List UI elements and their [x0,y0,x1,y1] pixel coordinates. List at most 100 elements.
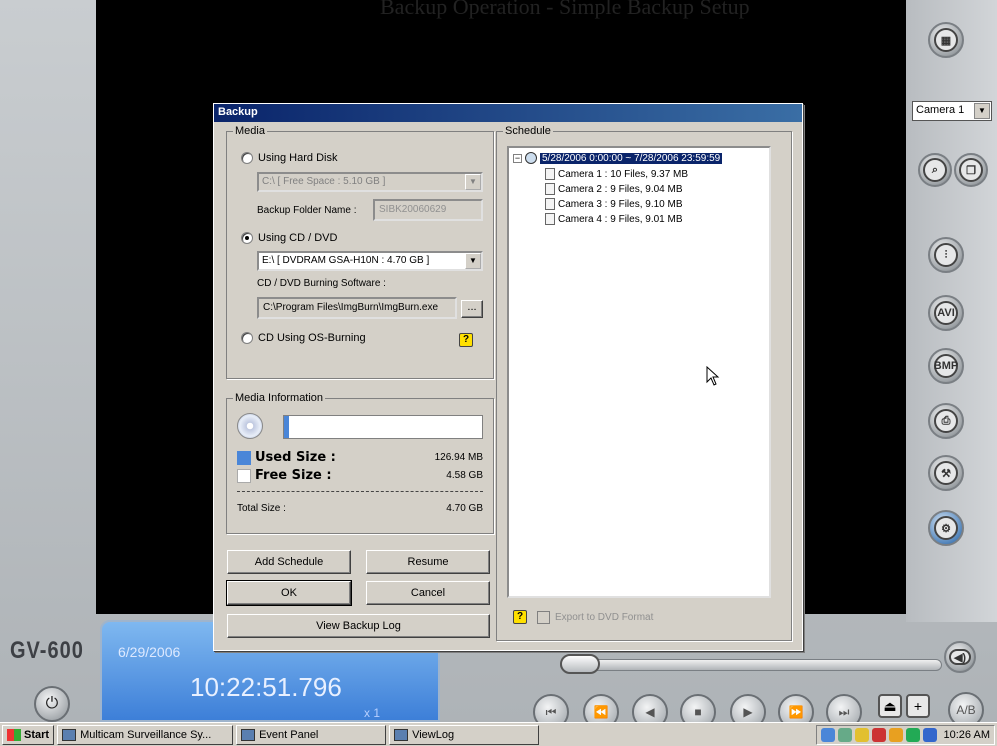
app-icon [62,728,77,741]
playback-rate: x 1 [364,706,381,720]
tree-item[interactable]: Camera 2 : 9 Files, 9.04 MB [545,183,683,195]
radio-icon [241,332,253,344]
help-icon[interactable]: ? [459,333,473,347]
chevron-down-icon: ▼ [465,253,481,269]
save-avi-icon: AVI [934,301,958,325]
used-swatch [237,451,251,465]
collapse-icon[interactable]: − [513,153,522,163]
software-path-value: C:\Program Files\ImgBurn\ImgBurn.exe [263,302,439,313]
gears-icon: ⚙ [934,516,958,540]
play-icon: ▶ [743,705,753,719]
camera-select[interactable]: Camera 1 ▼ [912,101,992,121]
rewind-icon: ⏮ [545,705,557,719]
taskbar-item[interactable]: ViewLog [389,724,540,745]
fast-forward-button[interactable]: ⏭ [826,694,862,722]
tree-root-label: 5/28/2006 0:00:00 ~ 7/28/2006 23:59:59 [540,152,723,164]
hard-disk-value: C:\ [ Free Space : 5.10 GB ] [262,176,386,187]
playback-slider-thumb[interactable] [560,654,600,674]
taskbar-item[interactable]: Event Panel [236,724,387,745]
tray-app-icon[interactable] [854,728,869,742]
eject-button[interactable]: ⏏ [878,694,902,718]
free-size-value: 4.58 GB [446,470,483,481]
os-burning-radio[interactable]: CD Using OS-Burning [241,332,366,344]
cancel-button[interactable]: Cancel [366,581,490,605]
schedule-group-label: Schedule [503,125,553,137]
file-icon [545,183,555,195]
tree-item[interactable]: Camera 1 : 10 Files, 9.37 MB [545,168,688,180]
start-button[interactable]: Start [2,724,55,745]
layout-button[interactable]: ▦ [928,22,964,58]
tray-app-icon[interactable] [905,728,920,742]
power-button[interactable]: ⏻ [34,686,70,722]
radio-icon [241,152,253,164]
page-caption: Backup Operation - Simple Backup Setup [380,0,750,19]
app-icon [241,728,256,741]
app-icon [394,728,409,741]
ok-button[interactable]: OK [226,580,352,606]
schedule-tree[interactable]: − 5/28/2006 0:00:00 ~ 7/28/2006 23:59:59… [507,146,771,598]
file-icon [545,213,555,225]
tools-icon: ⚒ [934,461,958,485]
tree-item[interactable]: Camera 3 : 9 Files, 9.10 MB [545,198,683,210]
network-icon[interactable] [820,728,835,742]
hard-disk-select[interactable]: C:\ [ Free Space : 5.10 GB ] ▼ [257,172,483,192]
tools-button[interactable]: ⚒ [928,455,964,491]
tree-item-label: Camera 2 : 9 Files, 9.04 MB [558,183,683,195]
next-frame-button[interactable]: ⏩ [778,694,814,722]
shield-icon[interactable] [888,728,903,742]
clock-icon [525,152,537,164]
tray-app-icon[interactable] [837,728,852,742]
file-icon [545,168,555,180]
export-dvd-checkbox[interactable] [537,611,550,624]
chevron-down-icon[interactable]: ▼ [974,103,990,119]
save-bmp-button[interactable]: BMP [928,348,964,384]
config-button[interactable]: ⚙ [928,510,964,546]
fast-forward-icon: ⏭ [838,705,850,719]
play-button[interactable]: ▶ [730,694,766,722]
windows-logo-icon [7,728,21,741]
add-button[interactable]: + [906,694,930,718]
resume-button[interactable]: Resume [366,550,490,574]
zoom-button[interactable]: ⌕ [918,153,952,187]
tray-app-icon[interactable] [922,728,937,742]
camera-select-value: Camera 1 [916,104,965,116]
next-frame-icon: ⏩ [788,705,804,719]
zoom-icon: ⌕ [923,158,947,182]
taskbar-item-label: ViewLog [412,728,455,741]
browse-button[interactable]: ... [461,300,483,318]
add-schedule-button[interactable]: Add Schedule [227,550,351,574]
ab-repeat-button[interactable]: A/B [948,692,984,722]
folder-name-input[interactable]: SIBK20060629 [373,199,483,221]
volume-button[interactable]: ◀) [944,641,976,673]
hard-disk-radio[interactable]: Using Hard Disk [241,152,337,164]
taskbar-item[interactable]: Multicam Surveillance Sy... [57,724,234,745]
cd-dvd-select[interactable]: E:\ [ DVDRAM GSA-H10N : 4.70 GB ] ▼ [257,251,483,271]
tree-root[interactable]: − 5/28/2006 0:00:00 ~ 7/28/2006 23:59:59 [513,152,723,164]
time-display: 10:22:51.796 [190,672,342,702]
taskbar: Start Multicam Surveillance Sy... Event … [0,722,997,746]
prev-frame-button[interactable]: ⏪ [583,694,619,722]
eject-icon: ⏏ [883,698,897,714]
backup-dialog: Backup Media Using Hard Disk C:\ [ Free … [213,103,803,651]
print-button[interactable]: ⎙ [928,403,964,439]
tree-item[interactable]: Camera 4 : 9 Files, 9.01 MB [545,213,683,225]
total-size-value: 4.70 GB [446,503,483,514]
playback-slider[interactable] [560,659,942,671]
settings-button[interactable]: ⫶ [928,237,964,273]
view-backup-log-button[interactable]: View Backup Log [227,614,490,638]
tree-item-label: Camera 1 : 10 Files, 9.37 MB [558,168,689,180]
software-path-input[interactable]: C:\Program Files\ImgBurn\ImgBurn.exe [257,297,457,319]
rewind-button[interactable]: ⏮ [533,694,569,722]
reverse-play-icon: ◀ [645,705,655,719]
cd-dvd-radio[interactable]: Using CD / DVD [241,232,337,244]
save-avi-button[interactable]: AVI [928,295,964,331]
reverse-play-button[interactable]: ◀ [632,694,668,722]
tray-clock: 10:26 AM [943,729,990,741]
speaker-icon: ◀) [949,649,971,665]
help-icon[interactable]: ? [513,610,527,624]
divider [237,491,483,492]
copy-button[interactable]: ❐ [954,153,988,187]
tray-app-icon[interactable] [871,728,886,742]
media-group: Media Using Hard Disk C:\ [ Free Space :… [226,125,494,379]
stop-button[interactable]: ■ [680,694,716,722]
